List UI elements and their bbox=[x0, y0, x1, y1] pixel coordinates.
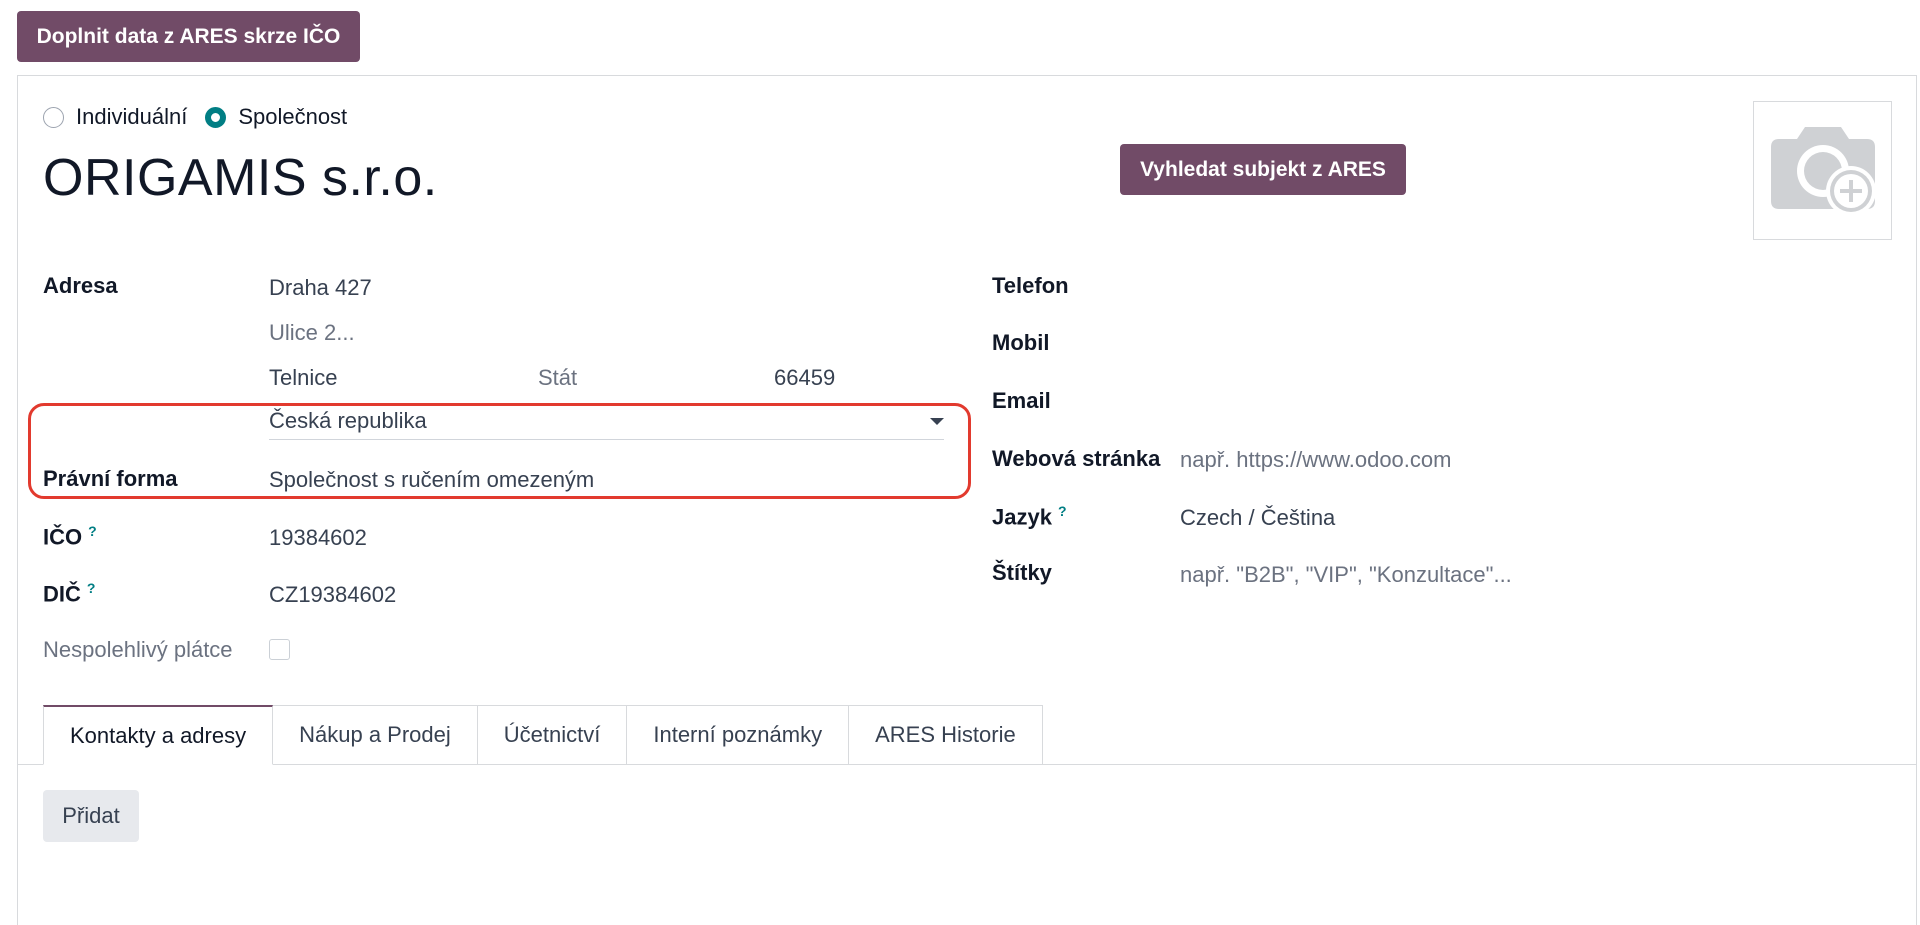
radio-company-label[interactable]: Společnost bbox=[238, 104, 347, 130]
address-label: Adresa bbox=[43, 273, 118, 298]
tab-internal-notes[interactable]: Interní poznámky bbox=[627, 705, 850, 765]
phone-label: Telefon bbox=[992, 273, 1069, 298]
street2-field[interactable]: Ulice 2... bbox=[269, 320, 355, 346]
radio-company[interactable] bbox=[205, 106, 227, 128]
legal-form-field[interactable]: Společnost s ručením omezeným bbox=[269, 467, 594, 493]
legal-form-label: Právní forma bbox=[43, 466, 178, 491]
tab-ares-history[interactable]: ARES Historie bbox=[849, 705, 1043, 765]
search-ares-button[interactable]: Vyhledat subjekt z ARES bbox=[1120, 144, 1406, 195]
radio-individual[interactable] bbox=[43, 106, 64, 128]
dic-help-icon[interactable]: ? bbox=[87, 580, 96, 596]
ico-help-icon[interactable]: ? bbox=[88, 523, 97, 539]
dic-field[interactable]: CZ19384602 bbox=[269, 582, 396, 608]
camera-plus-icon bbox=[1770, 126, 1876, 216]
mobile-label: Mobil bbox=[992, 330, 1050, 355]
language-label: Jazyk? bbox=[992, 503, 1067, 530]
notebook-tabs: Kontakty a adresy Nákup a Prodej Účetnic… bbox=[43, 705, 1043, 765]
company-name-field[interactable]: ORIGAMIS s.r.o. bbox=[43, 148, 438, 208]
tags-field[interactable]: např. "B2B", "VIP", "Konzultace"... bbox=[1180, 562, 1512, 588]
ico-label: IČO? bbox=[43, 523, 97, 550]
tab-accounting[interactable]: Účetnictví bbox=[477, 705, 628, 765]
ico-field[interactable]: 19384602 bbox=[269, 525, 367, 551]
tab-purchase-sales[interactable]: Nákup a Prodej bbox=[273, 705, 478, 765]
radio-individual-label[interactable]: Individuální bbox=[76, 104, 187, 130]
website-field[interactable]: např. https://www.odoo.com bbox=[1180, 447, 1451, 473]
dic-label: DIČ? bbox=[43, 580, 96, 607]
unreliable-payer-checkbox[interactable] bbox=[269, 639, 290, 660]
partner-type-radio-group: Individuální Společnost bbox=[43, 104, 365, 130]
language-help-icon[interactable]: ? bbox=[1058, 503, 1067, 519]
chevron-down-icon bbox=[930, 418, 944, 425]
country-select[interactable]: Česká republika bbox=[269, 404, 944, 440]
tags-label: Štítky bbox=[992, 560, 1052, 585]
unreliable-payer-label: Nespolehlivý plátce bbox=[43, 637, 233, 662]
language-field[interactable]: Czech / Čeština bbox=[1180, 505, 1335, 531]
street-field[interactable]: Draha 427 bbox=[269, 275, 372, 301]
fill-from-ares-button[interactable]: Doplnit data z ARES skrze IČO bbox=[17, 11, 360, 62]
website-label: Webová stránka bbox=[992, 446, 1161, 471]
tab-contacts-addresses[interactable]: Kontakty a adresy bbox=[43, 705, 274, 765]
zip-field[interactable]: 66459 bbox=[774, 365, 835, 391]
country-value: Česká republika bbox=[269, 408, 427, 433]
avatar-upload[interactable] bbox=[1753, 101, 1892, 240]
email-label: Email bbox=[992, 388, 1051, 413]
add-button[interactable]: Přidat bbox=[43, 790, 139, 842]
state-field[interactable]: Stát bbox=[538, 365, 577, 391]
city-field[interactable]: Telnice bbox=[269, 365, 337, 391]
